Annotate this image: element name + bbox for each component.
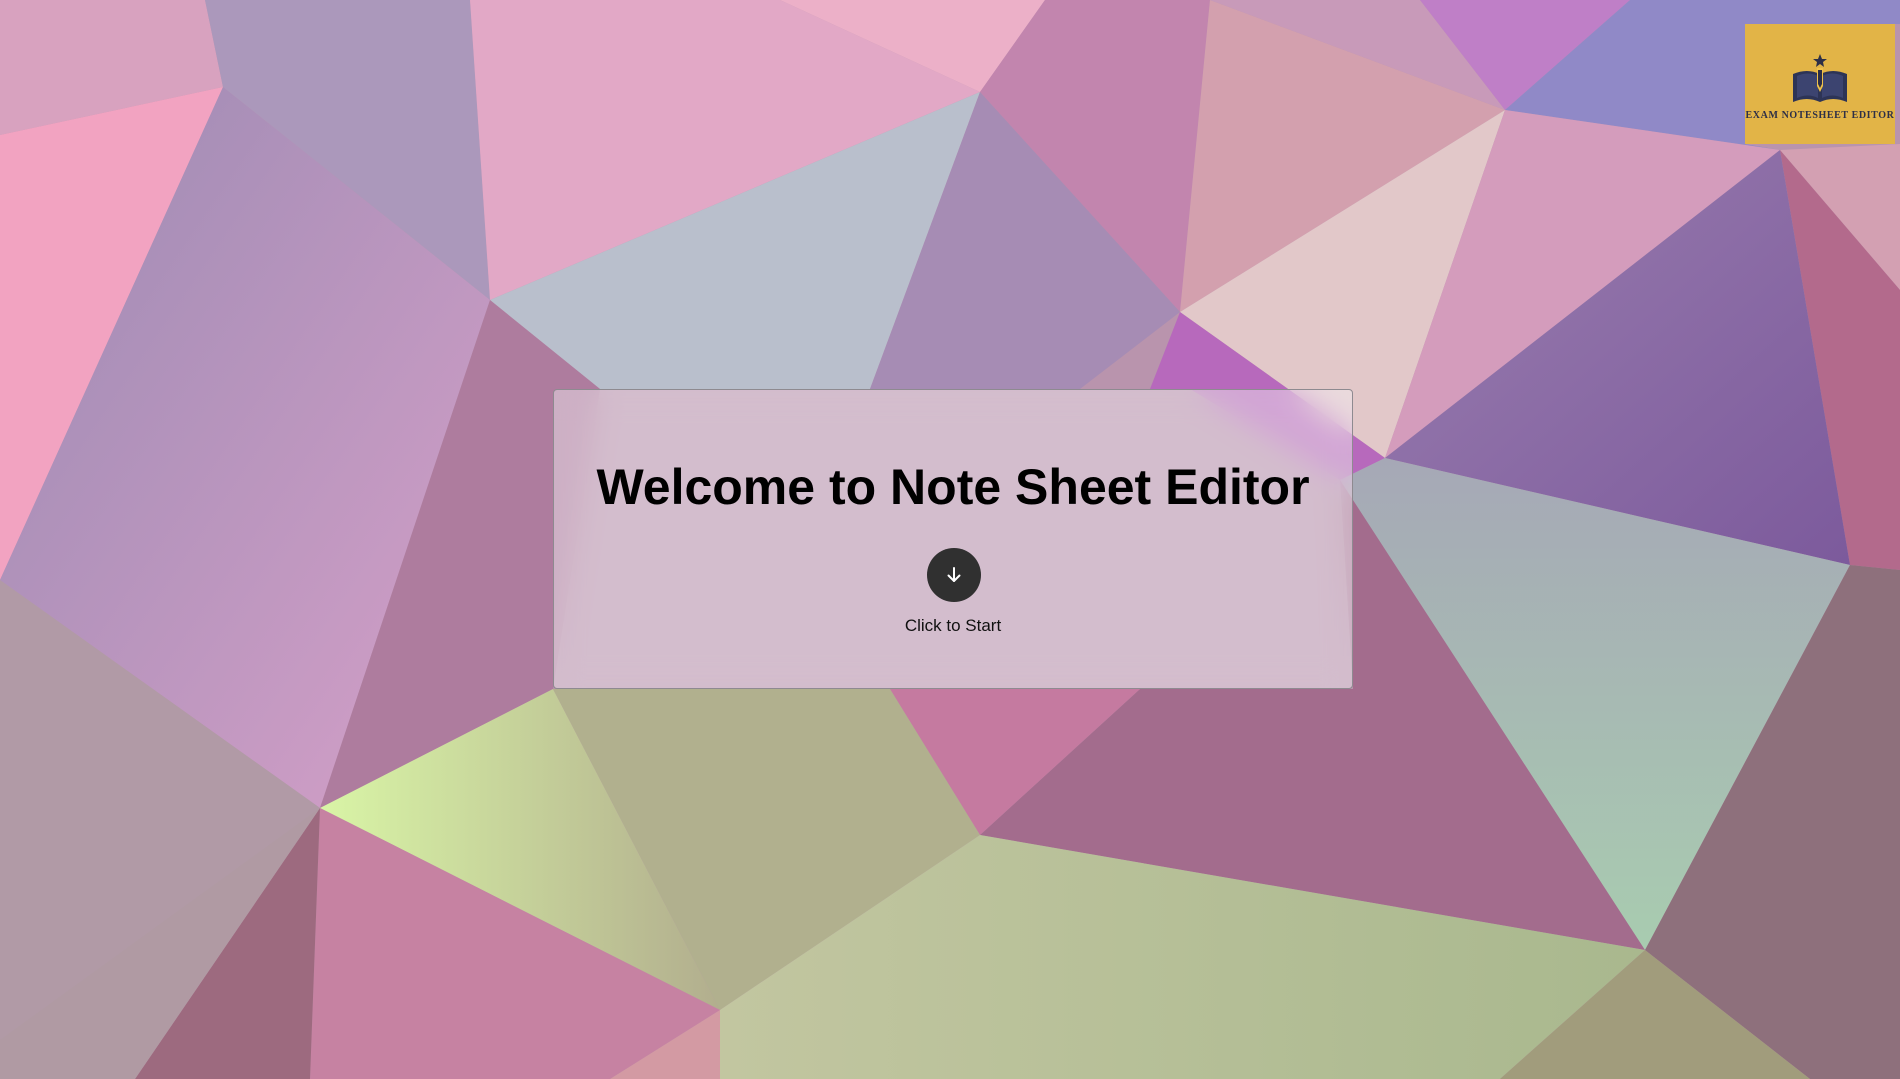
welcome-card: Welcome to Note Sheet Editor Click to St…	[553, 389, 1353, 689]
welcome-screen: EXAM NOTESHEET EDITOR Welcome to Note Sh…	[0, 0, 1900, 1079]
arrow-down-icon	[947, 567, 961, 582]
start-label: Click to Start	[904, 616, 1002, 635]
start-button[interactable]	[927, 548, 981, 602]
logo-text: EXAM NOTESHEET EDITOR	[1745, 109, 1895, 121]
page-title: Welcome to Note Sheet Editor	[596, 459, 1310, 515]
book-pen-icon	[1793, 53, 1847, 102]
app-logo: EXAM NOTESHEET EDITOR	[1745, 24, 1895, 144]
